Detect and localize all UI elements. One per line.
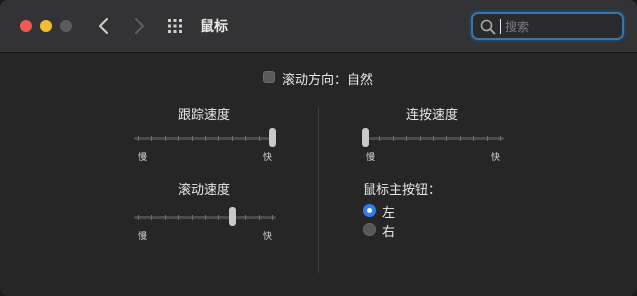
slider-tick [245,211,246,224]
slider-min-label: 慢 [138,232,148,242]
slider-tick [165,211,166,224]
grid-icon [168,19,182,33]
slider-min-label: 慢 [138,153,148,163]
radio-left-label: 左 [382,206,396,221]
slider-tick [232,132,233,145]
slider-tick [272,211,273,224]
forward-button[interactable] [129,15,149,37]
slider-tick [205,132,206,145]
slider-tick [500,132,501,145]
slider-min-label: 慢 [366,153,376,163]
radio-left[interactable] [363,204,376,217]
scroll-direction-label: 滚动方向：自然 [282,73,374,88]
back-button[interactable] [94,15,114,37]
chevron-left-icon [99,18,108,34]
show-all-button[interactable] [167,18,183,34]
slider-tick [473,132,474,145]
search-input[interactable] [503,16,617,38]
slider-tick [487,132,488,145]
radio-right-label: 右 [382,225,396,240]
slider-knob[interactable] [362,128,369,147]
slider-tick [379,132,380,145]
slider-tick [218,132,219,145]
slider-tick [178,211,179,224]
slider-tick [151,211,152,224]
search-field[interactable] [471,12,624,40]
system-preferences-window: 鼠标 滚动方向：自然 跟踪速度 慢 快 滚动速度 慢 快 连按速度 慢 快 鼠 [0,0,637,296]
slider-tick [393,132,394,145]
column-divider [318,108,319,273]
slider-tick [446,132,447,145]
scroll-speed-slider[interactable]: 慢 快 [134,207,276,243]
chevron-right-icon [135,18,144,34]
tracking-speed-label: 跟踪速度 [178,108,231,123]
minimize-button[interactable] [40,20,52,32]
double-click-speed-slider[interactable]: 慢 快 [362,128,504,164]
tracking-speed-slider[interactable]: 慢 快 [134,128,276,164]
zoom-button[interactable] [60,20,72,32]
slider-max-label: 快 [262,153,272,163]
slider-tick [218,211,219,224]
slider-tick [138,211,139,224]
slider-tick [420,132,421,145]
slider-max-label: 快 [262,232,272,242]
slider-knob[interactable] [269,128,276,147]
slider-tick [165,132,166,145]
slider-tick [406,132,407,145]
double-click-speed-label: 连按速度 [406,108,459,123]
slider-max-label: 快 [490,153,500,163]
primary-button-label: 鼠标主按钮： [363,183,442,198]
text-caret [500,19,501,34]
scroll-speed-label: 滚动速度 [178,183,231,198]
search-icon [480,19,496,35]
slider-tick [192,211,193,224]
slider-tick [151,132,152,145]
slider-tick [205,211,206,224]
window-title: 鼠标 [200,19,228,35]
scroll-direction-checkbox[interactable] [263,71,275,83]
slider-tick [259,132,260,145]
slider-knob[interactable] [229,207,236,226]
slider-tick [433,132,434,145]
slider-tick [138,132,139,145]
slider-tick [460,132,461,145]
slider-tick [178,132,179,145]
radio-right[interactable] [363,223,376,236]
title-bar: 鼠标 [0,0,637,53]
slider-tick [192,132,193,145]
close-button[interactable] [20,20,32,32]
slider-tick [245,132,246,145]
slider-tick [259,211,260,224]
